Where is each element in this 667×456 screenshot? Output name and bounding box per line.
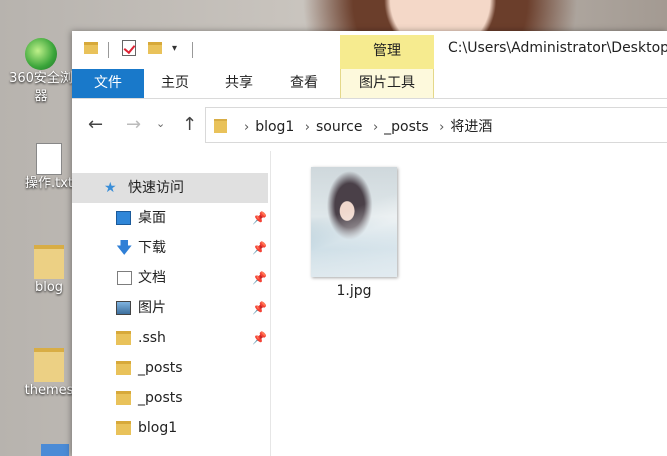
breadcrumb: › blog1 › source › _posts › 将进酒 xyxy=(238,116,492,136)
pictures-icon xyxy=(116,301,131,315)
tab-share[interactable]: 共享 xyxy=(208,69,270,98)
breadcrumb-item[interactable]: _posts xyxy=(384,119,429,135)
tab-home[interactable]: 主页 xyxy=(144,69,206,98)
download-icon: 🡇 xyxy=(116,238,133,257)
folder-icon xyxy=(116,391,131,405)
navigation-pane: ★ 快速访问 桌面 📌 🡇 下载 📌 文档 📌 图片 📌 .ssh 📌 _pos… xyxy=(72,151,271,456)
browser-360-icon xyxy=(25,38,57,70)
sidebar-item-label: 文档 xyxy=(138,270,166,286)
sidebar-item-downloads[interactable]: 🡇 下载 📌 xyxy=(72,233,268,263)
chevron-right-icon[interactable]: › xyxy=(373,120,378,135)
folder-icon xyxy=(116,361,131,375)
pin-icon[interactable]: 📌 xyxy=(252,233,267,263)
sidebar-item-ssh[interactable]: .ssh 📌 xyxy=(72,323,268,353)
desktop-icon-label: 器 xyxy=(34,89,48,104)
sidebar-item-label: 下载 xyxy=(138,240,166,256)
sidebar-item-label: _posts xyxy=(138,360,183,376)
desktop-icon-360-browser[interactable]: 360安全浏 器 xyxy=(4,38,78,106)
sidebar-item-posts[interactable]: _posts xyxy=(72,383,268,413)
tab-view[interactable]: 查看 xyxy=(273,69,335,98)
chevron-right-icon[interactable]: › xyxy=(244,120,249,135)
image-thumbnail[interactable] xyxy=(311,167,397,277)
up-arrow-icon[interactable]: ↑ xyxy=(182,115,197,135)
window-title: C:\Users\Administrator\Desktop xyxy=(448,40,667,56)
navigation-bar: ← → ⌄ ↑ › blog1 › source › _posts › 将进酒 xyxy=(72,99,667,151)
folder-icon xyxy=(34,348,64,382)
pin-icon[interactable]: 📌 xyxy=(252,293,267,323)
manage-contextual-tab[interactable]: 管理 xyxy=(340,35,434,69)
text-file-icon xyxy=(36,143,62,175)
properties-icon[interactable] xyxy=(122,40,136,56)
sidebar-item-label: .ssh xyxy=(138,330,166,346)
sidebar-item-label: 快速访问 xyxy=(128,180,184,196)
breadcrumb-item[interactable]: source xyxy=(316,119,363,135)
divider xyxy=(108,42,109,58)
folder-icon xyxy=(116,331,131,345)
star-icon: ★ xyxy=(104,180,117,196)
pin-icon[interactable]: 📌 xyxy=(252,263,267,293)
breadcrumb-item[interactable]: 将进酒 xyxy=(450,119,492,135)
divider xyxy=(192,42,193,58)
new-folder-icon[interactable] xyxy=(148,42,162,54)
sidebar-item-quick-access[interactable]: ★ 快速访问 xyxy=(72,173,268,203)
folder-icon xyxy=(34,245,64,279)
sidebar-item-pictures[interactable]: 图片 📌 xyxy=(72,293,268,323)
tab-picture-tools[interactable]: 图片工具 xyxy=(340,69,434,98)
sidebar-item-posts[interactable]: _posts xyxy=(72,353,268,383)
customize-quick-access-icon[interactable]: ▾ xyxy=(172,43,177,54)
tab-file[interactable]: 文件 xyxy=(72,69,144,98)
recent-locations-chevron-icon[interactable]: ⌄ xyxy=(156,117,165,130)
title-bar: ▾ 管理 C:\Users\Administrator\Desktop xyxy=(72,31,667,69)
file-name[interactable]: 1.jpg xyxy=(311,283,397,299)
back-arrow-icon[interactable]: ← xyxy=(88,115,103,135)
pin-icon[interactable]: 📌 xyxy=(252,323,267,353)
sidebar-item-label: 图片 xyxy=(138,300,166,316)
sidebar-item-desktop[interactable]: 桌面 📌 xyxy=(72,203,268,233)
address-bar[interactable]: › blog1 › source › _posts › 将进酒 xyxy=(205,107,667,143)
breadcrumb-item[interactable]: blog1 xyxy=(255,119,294,135)
file-list: 1.jpg xyxy=(271,151,667,456)
document-icon xyxy=(117,271,132,285)
sidebar-item-documents[interactable]: 文档 📌 xyxy=(72,263,268,293)
forward-arrow-icon[interactable]: → xyxy=(126,115,141,135)
chevron-right-icon[interactable]: › xyxy=(305,120,310,135)
folder-icon xyxy=(214,119,227,133)
sidebar-item-label: blog1 xyxy=(138,420,178,436)
desktop-icon-label: 360安全浏 xyxy=(9,71,73,86)
folder-icon xyxy=(116,421,131,435)
folder-icon xyxy=(84,42,98,54)
pin-icon[interactable]: 📌 xyxy=(252,203,267,233)
ribbon-tabs: 文件 主页 共享 查看 图片工具 xyxy=(72,69,667,99)
sidebar-item-label: 桌面 xyxy=(138,210,166,226)
folder-icon xyxy=(41,444,69,456)
file-explorer-window: ▾ 管理 C:\Users\Administrator\Desktop 文件 主… xyxy=(72,31,667,456)
chevron-right-icon[interactable]: › xyxy=(439,120,444,135)
desktop-icon xyxy=(116,211,131,225)
sidebar-item-blog1[interactable]: blog1 xyxy=(72,413,268,443)
sidebar-item-label: _posts xyxy=(138,390,183,406)
